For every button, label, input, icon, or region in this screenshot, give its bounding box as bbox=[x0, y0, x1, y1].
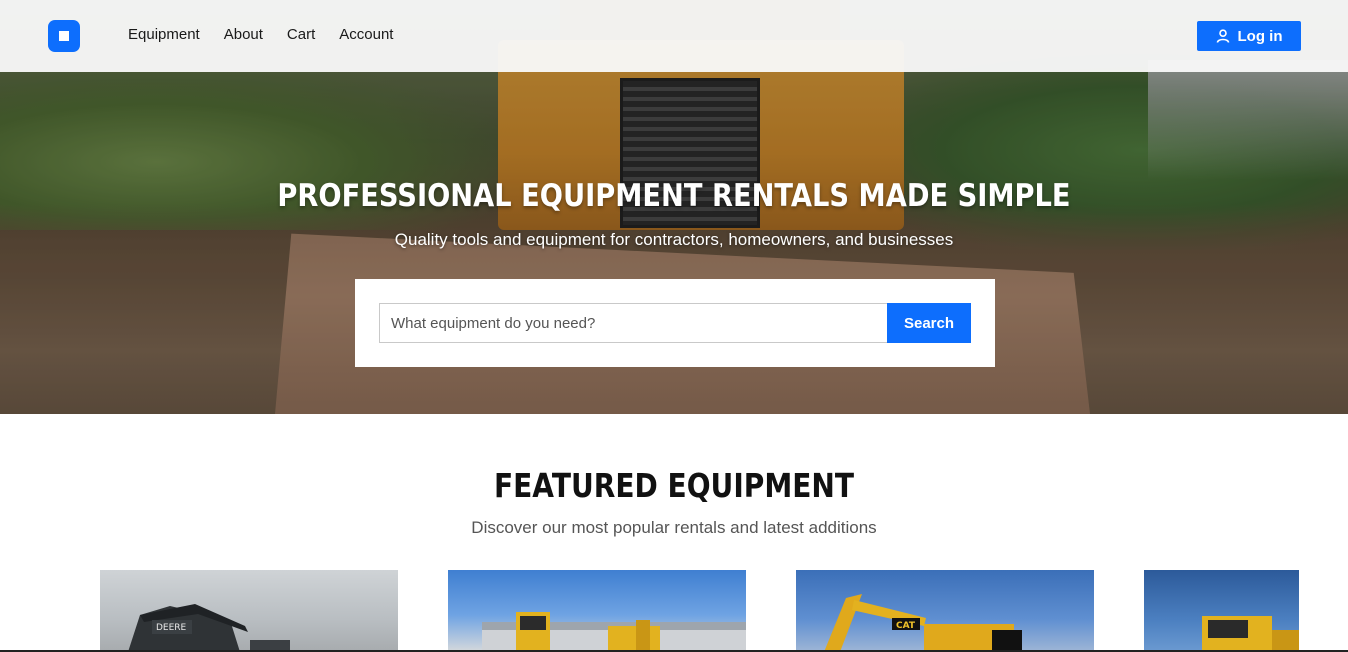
loader-image bbox=[482, 612, 746, 652]
hero-subtitle: Quality tools and equipment for contract… bbox=[394, 230, 954, 249]
login-button[interactable]: Log in bbox=[1197, 21, 1301, 51]
top-nav: Equipment About Cart Account Log in bbox=[0, 0, 1348, 72]
card-brand-label: DEERE bbox=[156, 623, 187, 633]
dozer-image bbox=[1202, 616, 1299, 652]
featured-subtitle: Discover our most popular rentals and la… bbox=[471, 518, 877, 537]
nav-link-equipment[interactable]: Equipment bbox=[128, 26, 200, 43]
search-button[interactable]: Search bbox=[887, 303, 971, 343]
nav-link-about[interactable]: About bbox=[224, 26, 263, 43]
card-brand-label: CAT bbox=[896, 621, 916, 631]
user-icon bbox=[1216, 29, 1230, 43]
featured-title: FEATURED EQUIPMENT bbox=[493, 466, 855, 505]
equipment-card-excavator-cat[interactable]: CAT bbox=[796, 570, 1094, 652]
equipment-card-dozer[interactable] bbox=[1144, 570, 1299, 652]
nav-link-account[interactable]: Account bbox=[339, 26, 393, 43]
search-panel: Search bbox=[355, 279, 995, 367]
login-label: Log in bbox=[1237, 27, 1283, 45]
equipment-card-excavator-deere[interactable]: DEERE bbox=[100, 570, 398, 652]
search-input[interactable] bbox=[379, 303, 887, 343]
logo[interactable] bbox=[48, 20, 80, 52]
nav-links: Equipment About Cart Account bbox=[128, 26, 393, 43]
excavator-image: DEERE bbox=[128, 604, 290, 652]
cat-excavator-image: CAT bbox=[824, 594, 1022, 652]
equipment-card-loader[interactable] bbox=[448, 570, 746, 652]
logo-square-icon bbox=[59, 31, 69, 41]
nav-link-cart[interactable]: Cart bbox=[287, 26, 315, 43]
hero-title: PROFESSIONAL EQUIPMENT RENTALS MADE SIMP… bbox=[277, 178, 1071, 214]
